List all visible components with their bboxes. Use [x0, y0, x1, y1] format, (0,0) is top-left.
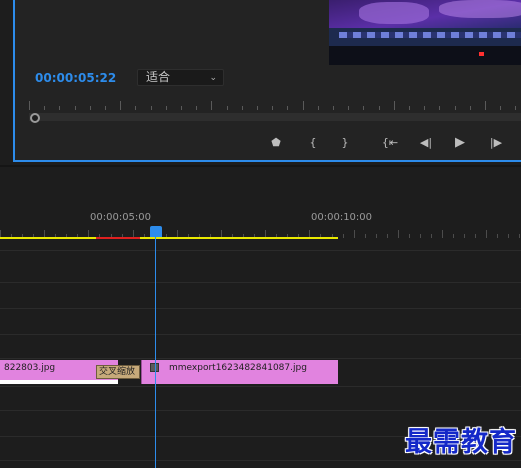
watermark-logo: 最需教育: [405, 427, 517, 458]
track-separator: [0, 386, 521, 387]
ruler-tick: [363, 106, 365, 110]
ruler-tick: [74, 106, 76, 110]
timeline-playhead-handle[interactable]: [150, 226, 162, 237]
ruler-tick: [378, 106, 380, 110]
mark-out-icon[interactable]: }: [336, 134, 354, 152]
add-marker-icon[interactable]: ⬟: [267, 134, 285, 152]
ruler-tick: [287, 106, 289, 110]
ruler-tick: [257, 106, 258, 110]
ruler-tick: [353, 230, 355, 238]
ruler-tick: [196, 106, 198, 110]
track-separator: [0, 334, 521, 335]
timeline-clip[interactable]: mmexport1623482841087.jpg: [141, 360, 338, 384]
cross-zoom-transition[interactable]: 交叉缩放: [96, 365, 140, 379]
ruler-tick: [409, 106, 410, 110]
monitor-time-ruler[interactable]: [29, 98, 521, 110]
zoom-fit-select[interactable]: 适合 ⌄: [137, 69, 224, 86]
ruler-tick: [430, 234, 432, 238]
ruler-tick: [59, 106, 61, 110]
ruler-tick: [181, 106, 182, 110]
work-area-bar[interactable]: [0, 237, 338, 239]
panel-divider[interactable]: [0, 165, 521, 167]
ruler-tick: [317, 106, 319, 110]
ruler-tick: [89, 106, 91, 110]
ruler-tick: [419, 234, 421, 238]
ruler-tick: [302, 101, 304, 110]
ruler-tick: [397, 230, 399, 238]
ruler-tick: [442, 230, 443, 238]
timeline-time-label: 00:00:10:00: [311, 212, 373, 223]
program-monitor: 00:00:05:22 适合 ⌄ ⬟ { } {⇤ ◀| ▶ |▶: [13, 0, 521, 162]
timeline-time-label: 00:00:05:00: [90, 212, 152, 223]
ruler-tick: [485, 101, 486, 110]
chevron-down-icon: ⌄: [209, 73, 217, 83]
timeline-playhead-line[interactable]: [155, 236, 156, 468]
track-separator: [0, 308, 521, 309]
ruler-tick: [272, 106, 274, 110]
ruler-tick: [486, 230, 488, 238]
ruler-tick: [211, 101, 213, 110]
track-separator: [0, 460, 521, 461]
ruler-tick: [408, 234, 410, 238]
ruler-tick: [454, 106, 456, 110]
ruler-tick: [241, 106, 243, 110]
ruler-tick: [333, 106, 334, 110]
ruler-tick: [500, 106, 502, 110]
play-icon[interactable]: ▶: [451, 134, 469, 152]
ruler-tick: [497, 234, 499, 238]
ruler-tick: [515, 106, 517, 110]
ruler-tick: [150, 106, 152, 110]
track-separator: [0, 250, 521, 251]
ruler-tick: [475, 234, 477, 238]
ruler-tick: [375, 234, 377, 238]
ruler-tick: [424, 106, 426, 110]
ruler-tick: [226, 106, 228, 110]
clip-bottom-bar: [0, 380, 118, 384]
ruler-tick: [105, 106, 106, 110]
ruler-tick: [469, 106, 471, 110]
track-separator: [0, 282, 521, 283]
ruler-tick: [120, 101, 122, 110]
step-back-icon[interactable]: ◀|: [415, 134, 437, 152]
clip-name: mmexport1623482841087.jpg: [169, 363, 307, 373]
ruler-tick: [29, 101, 30, 110]
mark-in-icon[interactable]: {: [304, 134, 322, 152]
step-forward-icon[interactable]: |▶: [485, 134, 507, 152]
ruler-tick: [342, 234, 344, 238]
ruler-tick: [439, 106, 441, 110]
video-preview: [329, 0, 521, 65]
render-status-bar: [96, 237, 140, 239]
clip-name: 822803.jpg: [4, 363, 56, 373]
playhead-timecode[interactable]: 00:00:05:22: [35, 71, 116, 85]
ruler-tick: [44, 106, 46, 110]
ruler-tick: [135, 106, 137, 110]
ruler-tick: [348, 106, 350, 110]
ruler-tick: [508, 234, 510, 238]
ruler-tick: [386, 234, 388, 238]
track-separator: [0, 410, 521, 411]
ruler-tick: [519, 234, 521, 238]
monitor-scrub-bar[interactable]: [29, 113, 521, 121]
track-separator: [0, 358, 521, 359]
ruler-tick: [165, 106, 167, 110]
zoom-fit-value: 适合: [146, 70, 171, 84]
go-to-in-icon[interactable]: {⇤: [379, 134, 401, 152]
ruler-tick: [453, 234, 455, 238]
ruler-tick: [464, 234, 466, 238]
ruler-tick: [364, 234, 366, 238]
monitor-playhead-handle[interactable]: [30, 113, 40, 123]
ruler-tick: [393, 101, 395, 110]
